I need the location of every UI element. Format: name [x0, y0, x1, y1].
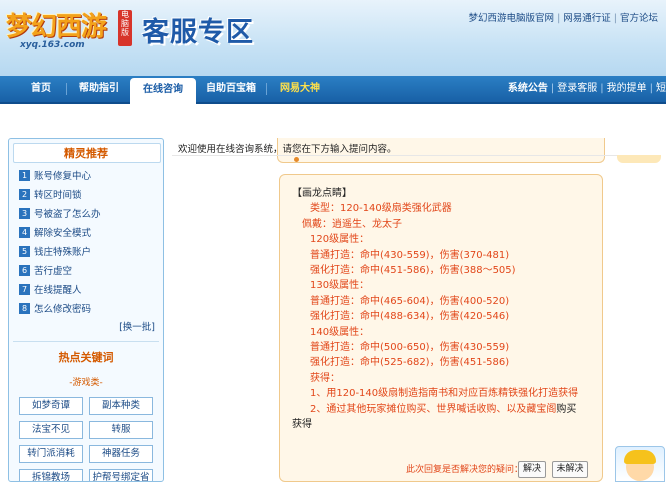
sidebar-item[interactable]: 6 苦行虚空: [19, 264, 72, 280]
sidebar: 精灵推荐 1 账号修复中心 2 转区时间锁 3 号被盗了怎么办 4 解除安全模式 5 钱庄…: [8, 138, 164, 482]
sidebar-item-label: 转区时间锁: [34, 190, 82, 201]
item-number: 7: [19, 284, 30, 295]
sidebar-item-label: 在线提醒人: [34, 285, 82, 296]
nav-home[interactable]: 首页: [18, 76, 64, 102]
answer-line: 1、用120-140级扇制造指南书和对应百炼精铁强化打造获得: [310, 388, 579, 400]
separator: |: [649, 83, 653, 94]
refresh-recommend-link[interactable]: [换一批]: [119, 319, 155, 333]
keyword-button[interactable]: 转服: [89, 421, 153, 439]
sidebar-item[interactable]: 2 转区时间锁: [19, 188, 82, 204]
sidebar-item[interactable]: 1 账号修复中心: [19, 169, 91, 185]
sidebar-item-label: 怎么修改密码: [34, 304, 92, 315]
item-number: 1: [19, 170, 30, 181]
top-links: 梦幻西游电脑版官网 | 网易通行证 | 官方论坛: [469, 10, 658, 24]
answer-text: 【画龙点睛】 类型：120-140级扇类强化武器 佩戴：逍遥生、龙太子 120级…: [292, 186, 594, 433]
sidebar-item[interactable]: 8 怎么修改密码: [19, 302, 91, 318]
sidebar-item[interactable]: 7 在线提醒人: [19, 283, 82, 299]
system-notice-link[interactable]: 系统公告: [508, 83, 548, 94]
passport-link[interactable]: 网易通行证: [563, 13, 611, 24]
item-number: 2: [19, 189, 30, 200]
answer-line: 普通打造：命中(500-650)，伤害(430-559): [310, 342, 510, 354]
keyword-button[interactable]: 转门派消耗: [19, 445, 83, 463]
answer-line: 120级属性：: [310, 234, 370, 246]
sidebar-item[interactable]: 5 钱庄特殊账户: [19, 245, 91, 261]
nav-right-links: 系统公告 | 登录客服 | 我的提单 | 短: [508, 76, 666, 102]
answer-line: 130级属性：: [310, 280, 370, 292]
official-site-link[interactable]: 梦幻西游电脑版官网: [469, 13, 555, 24]
page-title: 客服专区: [142, 17, 254, 48]
game-category-label: -游戏类-: [69, 378, 103, 388]
short-msg-link[interactable]: 短: [656, 83, 666, 94]
sidebar-item-label: 钱庄特殊账户: [34, 247, 92, 258]
sidebar-item[interactable]: 4 解除安全模式: [19, 226, 91, 242]
keyword-button[interactable]: 副本种类: [89, 397, 153, 415]
answer-line: 强化打造：命中(488-634)，伤害(420-546): [310, 311, 510, 323]
answer-line: 普通打造：命中(430-559)，伤害(370-481): [310, 249, 510, 261]
sidebar-title-hot-keywords: 热点关键词: [58, 351, 114, 364]
logo-text: 梦幻西游: [6, 12, 107, 42]
keyword-button[interactable]: 拆锦教场: [19, 469, 83, 481]
divider: [13, 341, 159, 342]
sidebar-item-label: 账号修复中心: [34, 171, 92, 182]
separator: |: [557, 13, 561, 24]
main-nav: 首页 帮助指引 在线咨询 自助百宝箱 网易大神 系统公告 | 登录客服 | 我的提单 | 短: [0, 76, 666, 104]
welcome-notice: 欢迎使用在线咨询系统，请您在下方输入提问内容。: [178, 144, 397, 155]
nav-separator: [66, 83, 67, 95]
separator: |: [600, 83, 604, 94]
sidebar-item[interactable]: 3 号被盗了怎么办: [19, 207, 101, 223]
my-ticket-link[interactable]: 我的提单: [607, 83, 647, 94]
item-number: 3: [19, 208, 30, 219]
answer-title: 【画龙点睛】: [292, 188, 352, 199]
answer-line: 140级属性：: [310, 326, 370, 338]
keyword-button[interactable]: 法宝不见: [19, 421, 83, 439]
item-number: 5: [19, 246, 30, 257]
answer-bubble: 【画龙点睛】 类型：120-140级扇类强化武器 佩戴：逍遥生、龙太子 120级…: [279, 174, 603, 482]
login-link[interactable]: 登录客服: [557, 83, 597, 94]
logo-badge: 电脑版: [118, 10, 132, 46]
avatar-hair: [624, 450, 656, 464]
unsolved-button[interactable]: 未解决: [552, 461, 588, 478]
answer-line: 强化打造：命中(525-682)，伤害(451-586): [310, 357, 510, 369]
game-logo[interactable]: 梦幻西游 电脑版 xyq.163.com: [6, 4, 136, 54]
item-number: 4: [19, 227, 30, 238]
sidebar-title-recommend: 精灵推荐: [64, 147, 108, 160]
logo-url: xyq.163.com: [20, 40, 85, 50]
answer-line: 购买: [556, 403, 577, 415]
answer-line: 佩戴：逍遥生、龙太子: [302, 218, 402, 230]
feedback-question: 此次回复是否解决您的疑问：: [406, 465, 524, 475]
avatar-frame-top: [617, 155, 661, 163]
nav-self-service[interactable]: 自助百宝箱: [200, 76, 262, 102]
keyword-button[interactable]: 护帮号绑定省: [89, 469, 153, 481]
answer-line: 获得: [292, 419, 312, 431]
nav-netease-dashen[interactable]: 网易大神: [272, 76, 328, 102]
chat-divider: [172, 155, 620, 156]
answer-line: 获得：: [310, 372, 340, 384]
keyword-button[interactable]: 如梦奇谭: [19, 397, 83, 415]
forum-link[interactable]: 官方论坛: [620, 13, 658, 24]
nav-help-guide[interactable]: 帮助指引: [70, 76, 128, 102]
separator: |: [613, 13, 617, 24]
answer-line: 类型：120-140级扇类强化武器: [310, 203, 452, 215]
assistant-avatar: [615, 446, 665, 482]
answer-line: 普通打造：命中(465-604)，伤害(400-520): [310, 295, 510, 307]
item-number: 6: [19, 265, 30, 276]
sidebar-item-label: 苦行虚空: [34, 266, 73, 277]
item-number: 8: [19, 303, 30, 314]
bubble-dot: [294, 157, 299, 162]
answer-line: 强化打造：命中(451-586)，伤害(388～505): [310, 265, 516, 277]
keyword-button[interactable]: 神器任务: [89, 445, 153, 463]
sidebar-item-label: 号被盗了怎么办: [34, 209, 101, 220]
nav-separator: [266, 83, 267, 95]
separator: |: [550, 83, 555, 94]
page-header: 梦幻西游 电脑版 xyq.163.com 客服专区 梦幻西游电脑版官网 | 网易通行…: [0, 0, 666, 76]
solved-button[interactable]: 解决: [518, 461, 546, 478]
sidebar-item-label: 解除安全模式: [34, 228, 92, 239]
answer-line: 2、通过其他玩家摊位购买、世界喊话收购、以及藏宝阁: [310, 403, 557, 415]
nav-online-consult[interactable]: 在线咨询: [130, 78, 196, 104]
